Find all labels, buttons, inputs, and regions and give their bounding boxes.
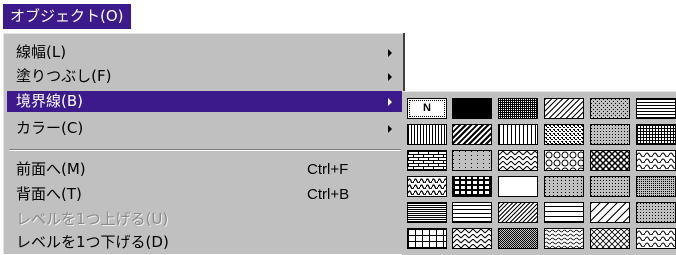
- pattern-swatch-diag-right[interactable]: [544, 98, 584, 119]
- pattern-swatch-checker-dots[interactable]: [544, 124, 584, 145]
- pattern-swatch-diag-right-wide[interactable]: [590, 202, 630, 223]
- pattern-swatch-solid[interactable]: [452, 98, 492, 119]
- menu-item-shortcut: Ctrl+F: [307, 161, 349, 178]
- pattern-swatch-scallop[interactable]: [636, 150, 676, 171]
- menu-item-label: 前面へ(M): [16, 160, 86, 178]
- pattern-swatch-scallop[interactable]: [636, 228, 676, 249]
- menu-item-label: カラー(C): [16, 119, 84, 137]
- menu-item-label: レベルを1つ下げる(D): [16, 233, 169, 251]
- menu-item-label: 境界線(B): [16, 92, 83, 110]
- menu-item-border[interactable]: 境界線(B): [7, 91, 402, 112]
- submenu-divider: [403, 33, 405, 93]
- pattern-swatch-circles[interactable]: [544, 150, 584, 171]
- pattern-swatch-bold-grid[interactable]: [452, 176, 492, 197]
- object-menu: 線幅(L) 塗りつぶし(F) 境界線(B) カラー(C) 前面へ(M) Ctrl+F 背面へ…: [3, 33, 405, 254]
- menu-item-line-width[interactable]: 線幅(L): [7, 42, 402, 63]
- menu-item-label: レベルを1つ上げる(U): [16, 210, 169, 228]
- pattern-swatch-dots-fine[interactable]: [590, 176, 630, 197]
- menu-item-send-back[interactable]: 背面へ(T) Ctrl+B: [7, 184, 402, 205]
- pattern-swatch-dots-fine[interactable]: [636, 202, 676, 223]
- pattern-swatch-horizontal-wide[interactable]: [544, 202, 584, 223]
- object-menu-title[interactable]: オブジェクト(O): [3, 4, 131, 29]
- pattern-swatch-dense-horizontal[interactable]: [407, 202, 447, 223]
- pattern-swatch-diag-right-thin[interactable]: [498, 202, 538, 223]
- submenu-arrow-icon: [388, 73, 392, 81]
- menu-item-fill[interactable]: 塗りつぶし(F): [7, 66, 402, 87]
- pattern-swatch-dense-dots[interactable]: [498, 98, 538, 119]
- pattern-swatch-none[interactable]: N: [407, 98, 447, 119]
- submenu-arrow-icon: [388, 49, 392, 57]
- pattern-swatch-dots-dense[interactable]: [498, 228, 538, 249]
- menu-item-bring-front[interactable]: 前面へ(M) Ctrl+F: [7, 159, 402, 180]
- border-pattern-palette: N: [402, 91, 676, 255]
- menu-separator: [9, 149, 401, 151]
- menu-item-level-up: レベルを1つ上げる(U): [7, 209, 402, 230]
- menu-item-level-down[interactable]: レベルを1つ下げる(D): [7, 232, 402, 253]
- pattern-swatch-vertical-wide[interactable]: [498, 124, 538, 145]
- pattern-swatch-horizontal-medium[interactable]: [452, 202, 492, 223]
- pattern-swatch-sparse-grid-dots[interactable]: [452, 150, 492, 171]
- menu-item-label: 塗りつぶし(F): [16, 67, 112, 85]
- pattern-swatch-dots-medium[interactable]: [544, 176, 584, 197]
- pattern-swatch-blank[interactable]: [498, 176, 538, 197]
- pattern-swatch-wave-dots[interactable]: [544, 228, 584, 249]
- menu-item-shortcut: Ctrl+B: [307, 186, 350, 203]
- pattern-swatch-brick[interactable]: [407, 150, 447, 171]
- submenu-arrow-icon: [388, 125, 392, 133]
- submenu-arrow-icon: [388, 98, 392, 106]
- pattern-swatch-fine-dots[interactable]: [590, 124, 630, 145]
- pattern-swatch-zigzag[interactable]: [452, 228, 492, 249]
- menu-item-color[interactable]: カラー(C): [7, 118, 402, 139]
- pattern-swatch-waves[interactable]: [407, 176, 447, 197]
- no-pattern-label: N: [423, 102, 431, 114]
- pattern-swatch-grid-large[interactable]: [407, 228, 447, 249]
- pattern-swatch-diamond-weave[interactable]: [590, 150, 630, 171]
- pattern-swatch-zigzag-light[interactable]: [498, 150, 538, 171]
- menu-item-label: 線幅(L): [16, 43, 67, 61]
- pattern-swatch-grid[interactable]: [636, 124, 676, 145]
- pattern-swatch-horizontal[interactable]: [636, 98, 676, 119]
- menu-item-label: 背面へ(T): [16, 185, 82, 203]
- pattern-swatch-diag-cross-light[interactable]: [590, 228, 630, 249]
- pattern-swatch-dots-large[interactable]: [636, 176, 676, 197]
- pattern-swatch-diag-wide[interactable]: [452, 124, 492, 145]
- pattern-swatch-sparse-dots[interactable]: [590, 98, 630, 119]
- pattern-swatch-vertical[interactable]: [407, 124, 447, 145]
